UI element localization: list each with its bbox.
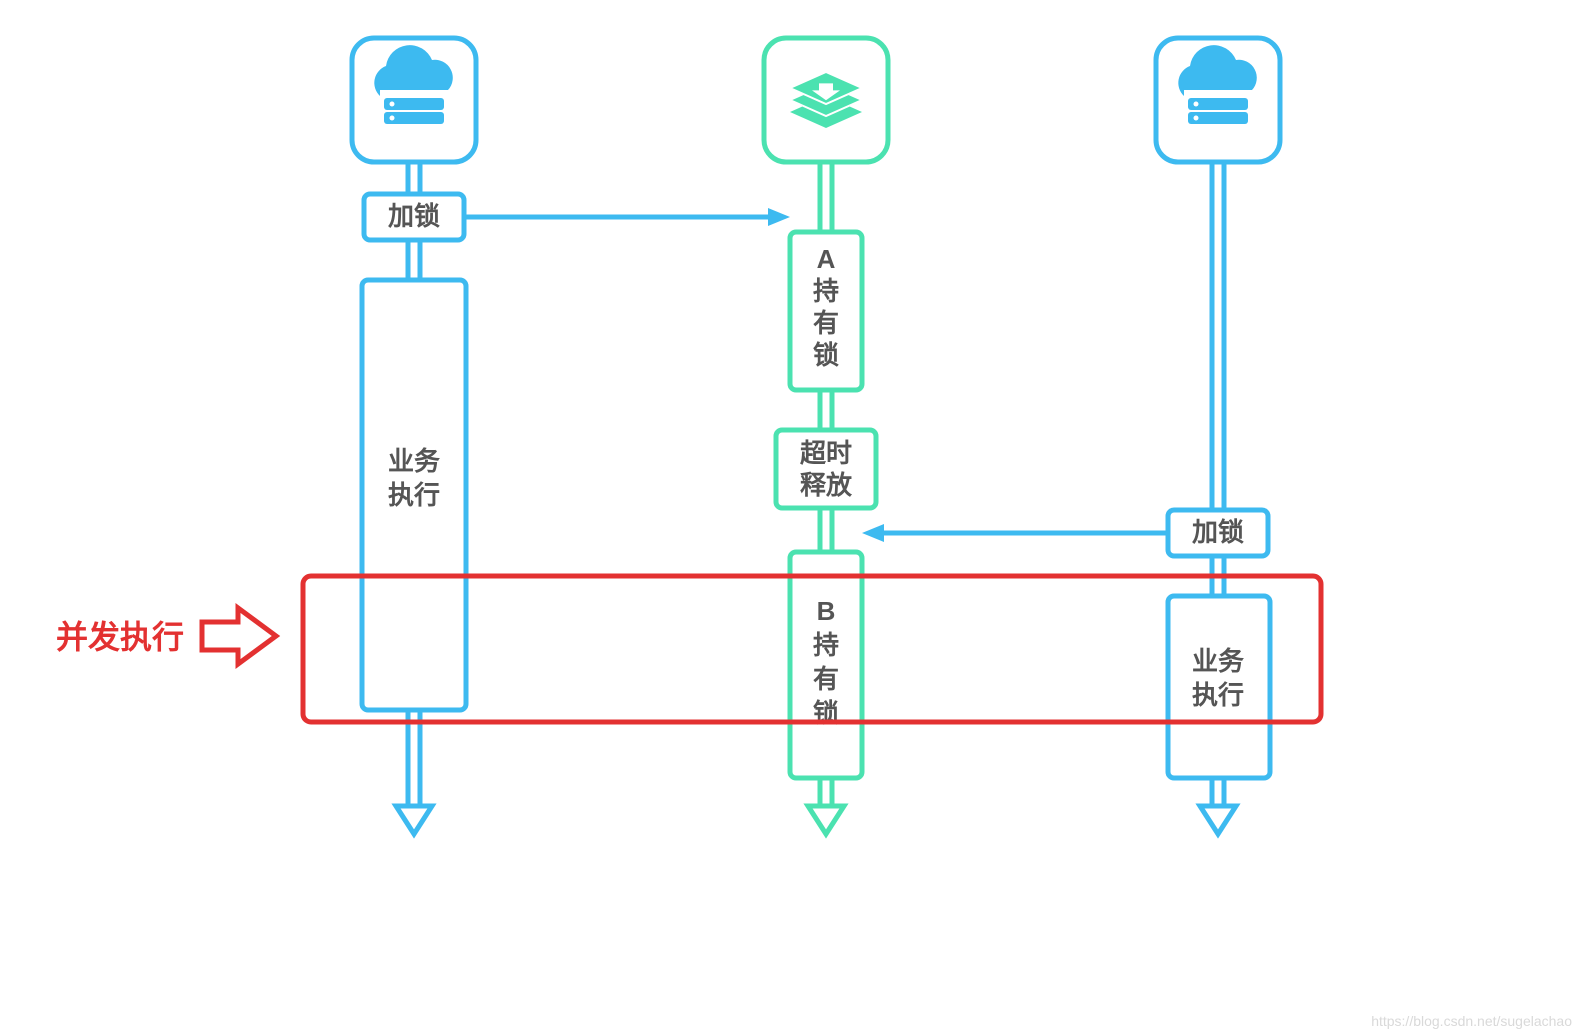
a-holds-4: 锁	[813, 340, 839, 370]
lane-client-a: 加锁 业务 执行	[352, 38, 476, 834]
exec-label-b-1: 业务	[1192, 646, 1244, 676]
cloud-server-icon	[374, 45, 452, 124]
lock-label-b: 加锁	[1192, 517, 1244, 547]
arrow-b-lock-to-server	[862, 524, 1168, 542]
watermark: https://blog.csdn.net/sugelachao	[1371, 1013, 1572, 1029]
timeout-2: 释放	[800, 470, 853, 500]
cloud-server-icon	[1178, 45, 1256, 124]
b-holds-3: 有	[813, 664, 839, 694]
concurrent-annotation: 并发执行	[56, 608, 276, 664]
diagram-canvas: 加锁 业务 执行 A 持 有 锁	[0, 0, 1578, 1036]
concurrent-label: 并发执行	[56, 619, 184, 655]
a-holds-2: 持	[813, 276, 839, 306]
exec-label-a-1: 业务	[388, 446, 440, 476]
a-holds-3: 有	[813, 308, 839, 338]
a-holds-1: A	[817, 244, 836, 274]
arrow-down-a	[396, 806, 432, 834]
layers-icon	[790, 72, 862, 128]
arrow-a-lock-to-server	[464, 208, 790, 226]
lane-client-b: 加锁 业务 执行	[1156, 38, 1280, 834]
b-holds-2: 持	[813, 630, 839, 660]
arrow-down-server	[808, 806, 844, 834]
lane-server: A 持 有 锁 超时 释放 B 持 有 锁	[764, 38, 888, 834]
timeout-1: 超时	[800, 438, 852, 468]
lock-label-a: 加锁	[388, 201, 440, 231]
exec-label-a-2: 执行	[388, 480, 440, 510]
arrow-right-icon	[202, 608, 276, 664]
exec-label-b-2: 执行	[1192, 680, 1244, 710]
arrow-down-b	[1200, 806, 1236, 834]
b-holds-1: B	[817, 596, 836, 626]
